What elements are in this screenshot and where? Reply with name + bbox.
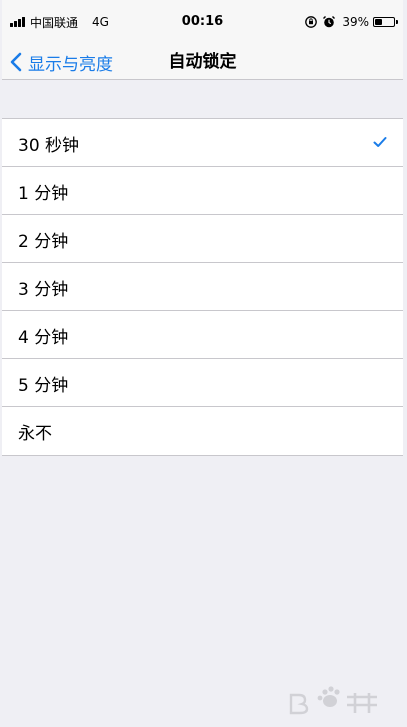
option-1-minute[interactable]: 1 分钟 xyxy=(2,167,403,215)
status-bar: 中国联通 4G 00:16 39% xyxy=(2,0,403,44)
option-label: 5 分钟 xyxy=(18,375,69,396)
alarm-clock-icon xyxy=(323,16,336,28)
option-2-minutes[interactable]: 2 分钟 xyxy=(2,215,403,263)
option-30-seconds[interactable]: 30 秒钟 xyxy=(2,119,403,167)
screen: 中国联通 4G 00:16 39% 显示与亮度 自动锁定 30 秒钟 1 分钟 … xyxy=(2,0,403,727)
battery-icon xyxy=(373,17,398,27)
status-right: 39% xyxy=(304,13,398,31)
checkmark-icon xyxy=(373,137,387,147)
baidu-jingyan-watermark-icon xyxy=(289,686,377,715)
option-label: 1 分钟 xyxy=(18,183,69,204)
page-title: 自动锁定 xyxy=(168,52,237,72)
option-label: 2 分钟 xyxy=(18,231,69,252)
option-label: 4 分钟 xyxy=(18,327,69,348)
navigation-bar: 显示与亮度 自动锁定 xyxy=(2,44,403,80)
auto-lock-options-list: 30 秒钟 1 分钟 2 分钟 3 分钟 4 分钟 5 分钟 永不 xyxy=(2,118,403,456)
option-label: 永不 xyxy=(18,423,52,444)
rotation-lock-icon xyxy=(305,16,318,28)
option-label: 3 分钟 xyxy=(18,279,69,300)
battery-fill xyxy=(375,19,382,25)
option-5-minutes[interactable]: 5 分钟 xyxy=(2,359,403,407)
option-label: 30 秒钟 xyxy=(18,135,80,156)
battery-cap xyxy=(396,20,398,24)
option-3-minutes[interactable]: 3 分钟 xyxy=(2,263,403,311)
battery-percent: 39% xyxy=(342,15,369,29)
option-4-minutes[interactable]: 4 分钟 xyxy=(2,311,403,359)
option-never[interactable]: 永不 xyxy=(2,407,403,455)
